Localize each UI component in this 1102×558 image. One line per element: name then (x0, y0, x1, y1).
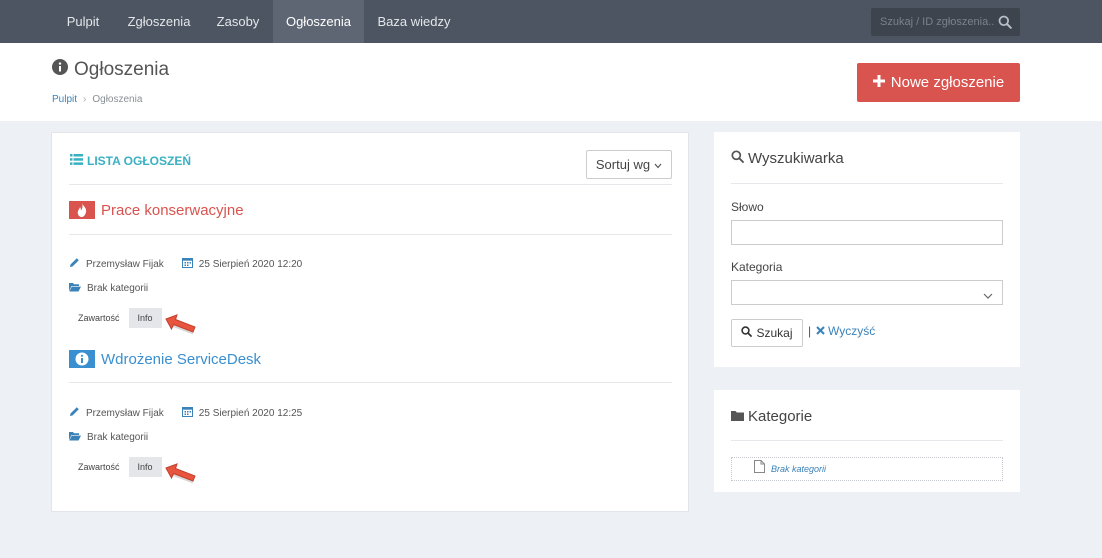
pointer-arrow-icon (163, 313, 199, 342)
page-header: Ogłoszenia Pulpit › Ogłoszenia Nowe zgłosz… (0, 43, 1102, 121)
global-search (871, 8, 1020, 36)
page-title: Ogłoszenia (52, 59, 169, 81)
info-icon (69, 350, 95, 368)
search-panel: Wyszukiwarka Słowo Kategoria Szukaj | Wy… (714, 132, 1020, 367)
folder-open-icon (69, 282, 81, 295)
category-label: Kategoria (731, 260, 783, 274)
tab-info[interactable]: Info (128, 457, 162, 477)
breadcrumb-current: Ogłoszenia (92, 94, 143, 105)
pencil-icon (69, 406, 80, 420)
list-title-text: LISTA OGŁOSZEŃ (87, 154, 191, 168)
plus-icon (872, 74, 885, 91)
announcement-author: Przemysław Fijak (86, 407, 164, 419)
announcement-title[interactable]: Prace konserwacyjne (101, 202, 244, 219)
announcement-category-label: Brak kategorii (87, 283, 149, 294)
new-ticket-label: Nowe zgłoszenie (890, 74, 1005, 91)
breadcrumb-separator: › (83, 94, 87, 105)
announcement-item: Prace konserwacyjne Przemysław Fijak 25 … (69, 201, 672, 341)
announcement-meta: Przemysław Fijak 25 Sierpień 2020 12:25 (69, 406, 302, 420)
nav-item-baza-wiedzy[interactable]: Baza wiedzy (366, 0, 462, 43)
nav-item-zgloszenia[interactable]: Zgłoszenia (116, 0, 202, 43)
search-button[interactable]: Szukaj (731, 319, 803, 347)
top-navbar: Pulpit Zgłoszenia Zasoby Ogłoszenia Baza… (0, 0, 1102, 43)
tab-content[interactable]: Zawartość (69, 457, 129, 477)
sort-dropdown[interactable]: Sortuj wg (586, 150, 672, 179)
clear-link-label: Wyczyść (828, 324, 876, 338)
nav-item-ogloszenia[interactable]: Ogłoszenia (273, 0, 364, 43)
announcement-heading[interactable]: Wdrożenie ServiceDesk (69, 350, 261, 368)
search-icon[interactable] (998, 15, 1012, 34)
chevron-down-icon (983, 287, 993, 305)
pencil-icon (69, 257, 80, 271)
announcement-title[interactable]: Wdrożenie ServiceDesk (101, 351, 261, 368)
announcement-date: 25 Sierpień 2020 12:20 (198, 258, 303, 270)
fire-icon (69, 201, 95, 219)
folder-icon (731, 408, 744, 425)
breadcrumb: Pulpit › Ogłoszenia (52, 94, 142, 105)
categories-panel-title: Kategorie (731, 408, 812, 425)
calendar-icon (181, 406, 193, 420)
category-item[interactable]: Brak kategorii (731, 457, 1003, 481)
category-item-label: Brak kategorii (771, 464, 827, 474)
file-icon (754, 460, 765, 478)
global-search-input[interactable] (871, 8, 995, 36)
categories-panel-title-text: Kategorie (748, 408, 813, 425)
separator: | (808, 324, 812, 338)
divider (731, 440, 1003, 441)
list-title: LISTA OGŁOSZEŃ (70, 154, 191, 168)
announcements-panel: LISTA OGŁOSZEŃ Sortuj wg Prace konserwac… (51, 132, 689, 512)
search-icon (741, 326, 753, 340)
pointer-arrow-icon (163, 462, 199, 491)
folder-open-icon (69, 431, 81, 444)
divider (731, 183, 1003, 184)
chevron-down-icon (654, 157, 662, 172)
categories-panel: Kategorie Brak kategorii (714, 390, 1020, 492)
breadcrumb-home[interactable]: Pulpit (52, 94, 77, 105)
search-icon (731, 150, 744, 167)
category-select[interactable] (731, 280, 1003, 305)
word-label: Słowo (731, 200, 764, 214)
announcement-heading[interactable]: Prace konserwacyjne (69, 201, 244, 219)
clear-link[interactable]: Wyczyść (816, 324, 875, 338)
announcement-author: Przemysław Fijak (86, 258, 164, 270)
search-panel-title: Wyszukiwarka (731, 150, 844, 167)
announcement-category-label: Brak kategorii (87, 432, 149, 443)
announcement-item: Wdrożenie ServiceDesk Przemysław Fijak 2… (69, 350, 672, 490)
search-button-label: Szukaj (756, 326, 793, 340)
close-icon (816, 324, 825, 338)
calendar-icon (181, 257, 193, 271)
announcement-category: Brak kategorii (69, 282, 148, 295)
nav-item-pulpit[interactable]: Pulpit (52, 0, 114, 43)
announcement-category: Brak kategorii (69, 431, 148, 444)
word-input[interactable] (731, 220, 1003, 245)
announcement-tabs: Zawartość Info (69, 457, 162, 477)
announcement-tabs: Zawartość Info (69, 308, 162, 328)
divider (69, 184, 672, 185)
tab-content[interactable]: Zawartość (69, 308, 129, 328)
announcement-date: 25 Sierpień 2020 12:25 (198, 407, 303, 419)
search-panel-title-text: Wyszukiwarka (748, 150, 844, 167)
new-ticket-button[interactable]: Nowe zgłoszenie (857, 63, 1020, 102)
sort-label: Sortuj wg (595, 157, 651, 172)
nav-item-zasoby[interactable]: Zasoby (204, 0, 272, 43)
tab-info[interactable]: Info (128, 308, 162, 328)
list-icon (70, 154, 83, 168)
page-title-text: Ogłoszenia (74, 59, 170, 80)
divider (69, 234, 672, 235)
announcement-meta: Przemysław Fijak 25 Sierpień 2020 12:20 (69, 257, 302, 271)
info-circle-icon (52, 59, 68, 81)
